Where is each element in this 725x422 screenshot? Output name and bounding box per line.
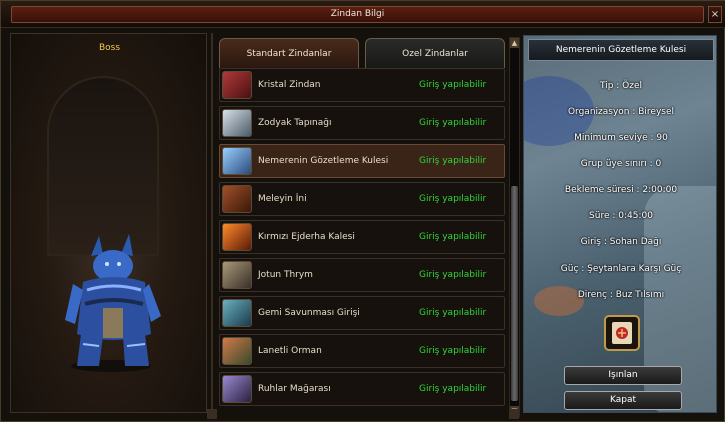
info-entrance: Giriş : Sohan Dağı xyxy=(580,237,662,247)
info-organization: Organizasyon : Bireysel xyxy=(567,107,675,117)
dungeon-row-kristal-zindan[interactable]: Kristal Zindan Giriş yapılabilir xyxy=(219,68,505,102)
info-min-level: Minimum seviye : 90 xyxy=(574,133,668,143)
spirit-cave-icon xyxy=(222,375,252,403)
corner-ornament xyxy=(207,409,217,419)
close-button[interactable]: Kapat xyxy=(564,391,682,410)
dungeon-status: Giriş yapılabilir xyxy=(419,346,487,356)
dungeon-row-cursed-forest[interactable]: Lanetli Orman Giriş yapılabilir xyxy=(219,334,505,368)
zodiac-temple-icon xyxy=(222,109,252,137)
dungeon-status: Giriş yapılabilir xyxy=(419,118,487,128)
info-duration: Süre : 0:45:00 xyxy=(589,211,653,221)
dungeon-row-nemere-tower[interactable]: Nemerenin Gözetleme Kulesi Giriş yapılab… xyxy=(219,144,505,178)
dungeon-name: Kırmızı Ejderha Kalesi xyxy=(258,232,355,242)
jotun-thrym-icon xyxy=(222,261,252,289)
dungeon-status: Giriş yapılabilir xyxy=(419,194,487,204)
info-type: Tip : Özel xyxy=(599,81,643,91)
dungeon-name: Ruhlar Mağarası xyxy=(258,384,331,394)
scroll-thumb[interactable] xyxy=(511,186,518,401)
info-resistance: Direnç : Buz Tılsımı xyxy=(577,290,665,300)
dungeon-status: Giriş yapılabilir xyxy=(419,384,487,394)
crystal-dungeon-icon xyxy=(222,71,252,99)
selected-dungeon-title: Nemerenin Gözetleme Kulesi xyxy=(528,39,714,61)
dungeon-info-window: Zindan Bilgi × Boss Standart Zindanlar O xyxy=(0,0,725,422)
nemere-tower-icon xyxy=(222,147,252,175)
dungeon-name: Zodyak Tapınağı xyxy=(258,118,332,128)
dungeon-status: Giriş yapılabilir xyxy=(419,270,487,280)
dungeon-name: Jotun Thrym xyxy=(258,270,313,280)
dungeon-tabs: Standart Zindanlar Ozel Zindanlar xyxy=(219,38,505,68)
close-window-button[interactable]: × xyxy=(708,6,722,23)
dungeon-row-jotun-thrym[interactable]: Jotun Thrym Giriş yapılabilir xyxy=(219,258,505,292)
dungeon-list-scrollbar[interactable]: ▲ ▼ xyxy=(509,37,520,417)
dungeon-name: Meleyin İni xyxy=(258,194,307,204)
dungeon-name: Nemerenin Gözetleme Kulesi xyxy=(258,156,389,166)
title-bar[interactable]: Zindan Bilgi × xyxy=(1,1,725,28)
dungeon-status: Giriş yapılabilir xyxy=(419,232,487,242)
info-cooldown: Bekleme süresi : 2:00:00 xyxy=(564,185,678,195)
corner-ornament xyxy=(509,409,519,419)
scroll-up-arrow-icon[interactable]: ▲ xyxy=(510,38,519,48)
dungeon-details-panel: Nemerenin Gözetleme Kulesi Tip : Özel Or… xyxy=(523,35,717,413)
meley-lair-icon xyxy=(222,185,252,213)
dungeon-status: Giriş yapılabilir xyxy=(419,308,487,318)
dungeon-row-red-dragon-fortress[interactable]: Kırmızı Ejderha Kalesi Giriş yapılabilir xyxy=(219,220,505,254)
dungeon-name: Kristal Zindan xyxy=(258,80,321,90)
dungeon-row-meley-lair[interactable]: Meleyin İni Giriş yapılabilir xyxy=(219,182,505,216)
tab-special-dungeons[interactable]: Ozel Zindanlar xyxy=(365,38,505,68)
dungeon-list: Kristal Zindan Giriş yapılabilir Zodyak … xyxy=(219,67,505,407)
info-strength: Güç : Şeytanlara Karşı Güç xyxy=(560,264,682,274)
dungeon-row-zodyak-tapinagi[interactable]: Zodyak Tapınağı Giriş yapılabilir xyxy=(219,106,505,140)
ship-defense-icon xyxy=(222,299,252,327)
boss-background-arch xyxy=(47,76,159,256)
dungeon-name: Gemi Savunması Girişi xyxy=(258,308,360,318)
tab-standard-dungeons[interactable]: Standart Zindanlar xyxy=(219,38,359,68)
dungeon-row-spirit-cave[interactable]: Ruhlar Mağarası Giriş yapılabilir xyxy=(219,372,505,406)
cursed-forest-icon xyxy=(222,337,252,365)
window-title: Zindan Bilgi xyxy=(11,6,704,23)
dungeon-status: Giriş yapılabilir xyxy=(419,80,487,90)
boss-title: Boss xyxy=(98,43,121,53)
teleport-button[interactable]: Işınlan xyxy=(564,366,682,385)
panel-divider xyxy=(211,33,213,413)
info-group-limit: Grup üye sınırı : 0 xyxy=(580,159,662,169)
boss-preview-panel: Boss xyxy=(10,33,207,413)
dungeon-row-ship-defense[interactable]: Gemi Savunması Girişi Giriş yapılabilir xyxy=(219,296,505,330)
red-dragon-fortress-icon xyxy=(222,223,252,251)
dungeon-name: Lanetli Orman xyxy=(258,346,322,356)
dungeon-status: Giriş yapılabilir xyxy=(419,156,487,166)
passage-ticket-icon[interactable] xyxy=(604,315,640,351)
boss-model-image xyxy=(65,234,161,372)
